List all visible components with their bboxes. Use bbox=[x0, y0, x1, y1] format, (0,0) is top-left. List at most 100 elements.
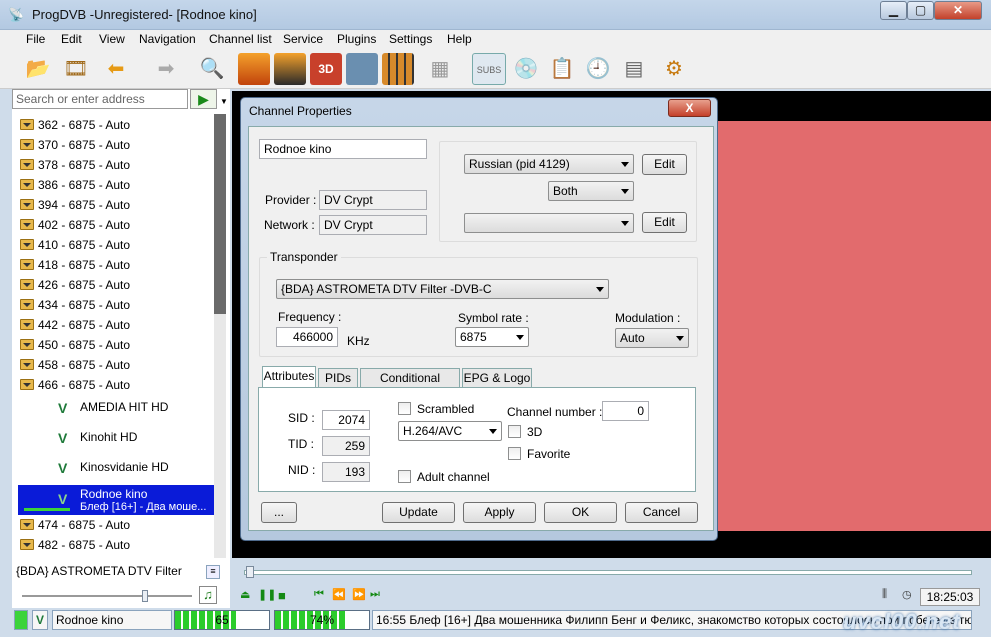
apply-button[interactable]: Apply bbox=[463, 502, 536, 523]
channel-item[interactable]: V Kinosvidanie HD bbox=[18, 454, 214, 484]
forward-icon[interactable]: ⏩ bbox=[352, 588, 366, 601]
3d-checkbox[interactable] bbox=[508, 425, 521, 438]
nid-field[interactable]: 193 bbox=[322, 462, 370, 482]
audio-note-icon[interactable]: ♫ bbox=[199, 586, 217, 604]
tab-pids[interactable]: PIDs bbox=[318, 368, 358, 388]
menu-service[interactable]: Service bbox=[283, 32, 323, 46]
transponder-item[interactable]: 418 - 6875 - Auto bbox=[18, 255, 214, 275]
address-dropdown-icon[interactable]: ▼ bbox=[218, 89, 230, 109]
transponder-item[interactable]: 394 - 6875 - Auto bbox=[18, 195, 214, 215]
subtitle-track-select[interactable] bbox=[464, 213, 634, 233]
tab-conditional-access[interactable]: Conditional Access bbox=[360, 368, 460, 403]
menu-channel-list[interactable]: Channel list bbox=[209, 32, 272, 46]
film-icon[interactable]: 🎞 bbox=[60, 53, 92, 85]
channel-list-scrollbar[interactable] bbox=[214, 114, 226, 558]
play-go-button[interactable]: ▶ bbox=[190, 89, 217, 109]
disc-icon[interactable]: 💿 bbox=[510, 53, 542, 85]
recorder-icon[interactable]: ▦ bbox=[424, 53, 456, 85]
transponder-item[interactable]: 442 - 6875 - Auto bbox=[18, 315, 214, 335]
channel-number-field[interactable]: 0 bbox=[602, 401, 649, 421]
frequency-field[interactable]: 466000 bbox=[276, 327, 338, 347]
sid-field[interactable]: 2074 bbox=[322, 410, 370, 430]
transponder-item[interactable]: 426 - 6875 - Auto bbox=[18, 275, 214, 295]
ok-button[interactable]: OK bbox=[544, 502, 617, 523]
audio-track-select[interactable]: Russian (pid 4129) bbox=[464, 154, 634, 174]
transponder-item[interactable]: 434 - 6875 - Auto bbox=[18, 295, 214, 315]
device-select[interactable]: {BDA} ASTROMETA DTV Filter -DVB-C bbox=[276, 279, 609, 299]
volume-slider[interactable] bbox=[12, 590, 192, 602]
list-icon[interactable]: ≡ bbox=[206, 565, 220, 579]
transponder-item[interactable]: 386 - 6875 - Auto bbox=[18, 175, 214, 195]
update-button[interactable]: Update bbox=[382, 502, 455, 523]
teletext-icon[interactable]: ▤ bbox=[618, 53, 650, 85]
equalizer-icon[interactable]: ⫼ bbox=[882, 588, 887, 601]
notes-icon[interactable]: 📋 bbox=[546, 53, 578, 85]
skip-forward-icon[interactable]: ⏭ bbox=[370, 588, 380, 601]
stop-icon[interactable]: ■ bbox=[278, 588, 286, 603]
favorite-checkbox[interactable] bbox=[508, 447, 521, 460]
network-field[interactable]: DV Crypt bbox=[319, 215, 427, 235]
cancel-button[interactable]: Cancel bbox=[625, 502, 698, 523]
tv-picture-icon[interactable] bbox=[274, 53, 306, 85]
modulation-select[interactable]: Auto bbox=[615, 328, 689, 348]
pause-icon[interactable]: ❚❚ bbox=[258, 588, 276, 601]
transponder-item[interactable]: 458 - 6875 - Auto bbox=[18, 355, 214, 375]
subtitles-icon[interactable]: SUBS bbox=[472, 53, 506, 85]
picture-in-picture-icon[interactable] bbox=[346, 53, 378, 85]
audio-mode-select[interactable]: Both bbox=[548, 181, 634, 201]
maximize-button[interactable]: ▢ bbox=[907, 1, 934, 20]
adult-channel-checkbox[interactable] bbox=[398, 470, 411, 483]
transponder-item[interactable]: 402 - 6875 - Auto bbox=[18, 215, 214, 235]
transponder-item[interactable]: 378 - 6875 - Auto bbox=[18, 155, 214, 175]
audio-edit-button[interactable]: Edit bbox=[642, 154, 687, 175]
menu-settings[interactable]: Settings bbox=[389, 32, 432, 46]
tv-orange-icon[interactable] bbox=[238, 53, 270, 85]
scrollbar-thumb[interactable] bbox=[214, 114, 226, 314]
address-input[interactable]: Search or enter address bbox=[12, 89, 188, 109]
back-arrow-icon[interactable]: ⬅ bbox=[100, 53, 132, 85]
scrambled-checkbox[interactable] bbox=[398, 402, 411, 415]
seek-knob[interactable] bbox=[246, 566, 254, 578]
clock-icon[interactable]: 🕘 bbox=[582, 53, 614, 85]
codec-select[interactable]: H.264/AVC bbox=[398, 421, 502, 441]
menu-help[interactable]: Help bbox=[447, 32, 472, 46]
more-button[interactable]: ... bbox=[261, 502, 297, 523]
eject-icon[interactable]: ⏏ bbox=[240, 588, 250, 601]
volume-knob[interactable] bbox=[142, 590, 148, 602]
transponder-item[interactable]: 482 - 6875 - Auto bbox=[18, 535, 214, 555]
channel-tree[interactable]: 362 - 6875 - Auto 370 - 6875 - Auto 378 … bbox=[16, 114, 214, 558]
menu-navigation[interactable]: Navigation bbox=[139, 32, 196, 46]
channel-name-field[interactable]: Rodnoe kino bbox=[259, 139, 427, 159]
3d-icon[interactable]: 3D bbox=[310, 53, 342, 85]
gear-icon[interactable]: ⚙ bbox=[658, 53, 690, 85]
subtitle-edit-button[interactable]: Edit bbox=[642, 212, 687, 233]
menu-edit[interactable]: Edit bbox=[61, 32, 82, 46]
transponder-item[interactable]: 450 - 6875 - Auto bbox=[18, 335, 214, 355]
channel-item[interactable]: V Kinohit HD bbox=[18, 424, 214, 454]
provider-field[interactable]: DV Crypt bbox=[319, 190, 427, 210]
transponder-item[interactable]: 362 - 6875 - Auto bbox=[18, 115, 214, 135]
channel-item-selected[interactable]: V Rodnoe kino Блеф [16+] - Два моше... bbox=[18, 485, 214, 515]
channel-item[interactable]: V AMEDIA HIT HD bbox=[18, 394, 214, 424]
tid-field[interactable]: 259 bbox=[322, 436, 370, 456]
transponder-item[interactable]: 474 - 6875 - Auto bbox=[18, 515, 214, 535]
mosaic-icon[interactable] bbox=[382, 53, 414, 85]
transponder-item[interactable]: 370 - 6875 - Auto bbox=[18, 135, 214, 155]
tab-epg-logo[interactable]: EPG & Logo bbox=[462, 368, 532, 388]
open-folder-icon[interactable]: 📂 bbox=[22, 53, 54, 85]
scan-icon[interactable]: 🔍 bbox=[196, 53, 228, 85]
skip-back-icon[interactable]: ⏮ bbox=[314, 588, 324, 601]
tab-attributes[interactable]: Attributes bbox=[262, 366, 316, 388]
menu-view[interactable]: View bbox=[99, 32, 125, 46]
minimize-button[interactable]: ▁ bbox=[880, 1, 907, 20]
rewind-icon[interactable]: ⏪ bbox=[332, 588, 346, 601]
menu-plugins[interactable]: Plugins bbox=[337, 32, 376, 46]
transponder-item-expanded[interactable]: 466 - 6875 - Auto bbox=[18, 375, 214, 395]
close-button[interactable]: ✕ bbox=[934, 1, 982, 20]
forward-arrow-icon[interactable]: ➡ bbox=[150, 53, 182, 85]
symbol-rate-combo[interactable]: 6875 bbox=[455, 327, 529, 347]
seek-bar[interactable] bbox=[232, 561, 991, 583]
timer-icon[interactable]: ◷ bbox=[902, 588, 912, 601]
transponder-item[interactable]: 410 - 6875 - Auto bbox=[18, 235, 214, 255]
dialog-close-button[interactable]: X bbox=[668, 99, 711, 117]
